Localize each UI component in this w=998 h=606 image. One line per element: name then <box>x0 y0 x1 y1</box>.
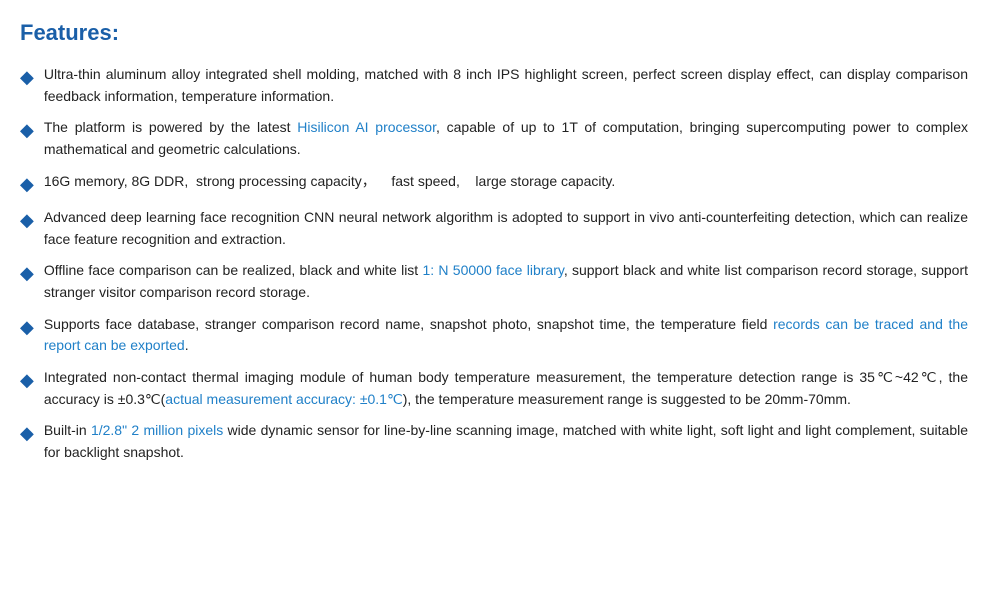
feature-text: Integrated non-contact thermal imaging m… <box>44 367 968 410</box>
feature-text: Supports face database, stranger compari… <box>44 314 968 357</box>
bullet-icon: ◆ <box>20 208 34 233</box>
list-item: ◆ Advanced deep learning face recognitio… <box>20 207 968 250</box>
face-library-link[interactable]: 1: N 50000 face library <box>422 262 563 278</box>
bullet-icon: ◆ <box>20 172 34 197</box>
list-item: ◆ Supports face database, stranger compa… <box>20 314 968 357</box>
list-item: ◆ Ultra-thin aluminum alloy integrated s… <box>20 64 968 107</box>
list-item: ◆ Offline face comparison can be realize… <box>20 260 968 303</box>
list-item: ◆ Integrated non-contact thermal imaging… <box>20 367 968 410</box>
feature-text: 16G memory, 8G DDR, strong processing ca… <box>44 171 968 193</box>
bullet-icon: ◆ <box>20 65 34 90</box>
feature-text: Built-in 1/2.8" 2 million pixels wide dy… <box>44 420 968 463</box>
hisilicon-link[interactable]: Hisilicon AI processor <box>297 119 436 135</box>
bullet-icon: ◆ <box>20 261 34 286</box>
feature-text: Offline face comparison can be realized,… <box>44 260 968 303</box>
bullet-icon: ◆ <box>20 118 34 143</box>
bullet-icon: ◆ <box>20 315 34 340</box>
list-item: ◆ 16G memory, 8G DDR, strong processing … <box>20 171 968 197</box>
bullet-icon: ◆ <box>20 368 34 393</box>
page-title: Features: <box>20 20 968 46</box>
feature-text: Advanced deep learning face recognition … <box>44 207 968 250</box>
bullet-icon: ◆ <box>20 421 34 446</box>
sensor-link[interactable]: 1/2.8" 2 million pixels <box>91 422 223 438</box>
list-item: ◆ The platform is powered by the latest … <box>20 117 968 160</box>
records-link[interactable]: records can be traced and the report can… <box>44 316 968 354</box>
accuracy-link[interactable]: actual measurement accuracy: ±0.1℃ <box>165 391 402 407</box>
feature-text: The platform is powered by the latest Hi… <box>44 117 968 160</box>
list-item: ◆ Built-in 1/2.8" 2 million pixels wide … <box>20 420 968 463</box>
feature-list: ◆ Ultra-thin aluminum alloy integrated s… <box>20 64 968 464</box>
feature-text: Ultra-thin aluminum alloy integrated she… <box>44 64 968 107</box>
